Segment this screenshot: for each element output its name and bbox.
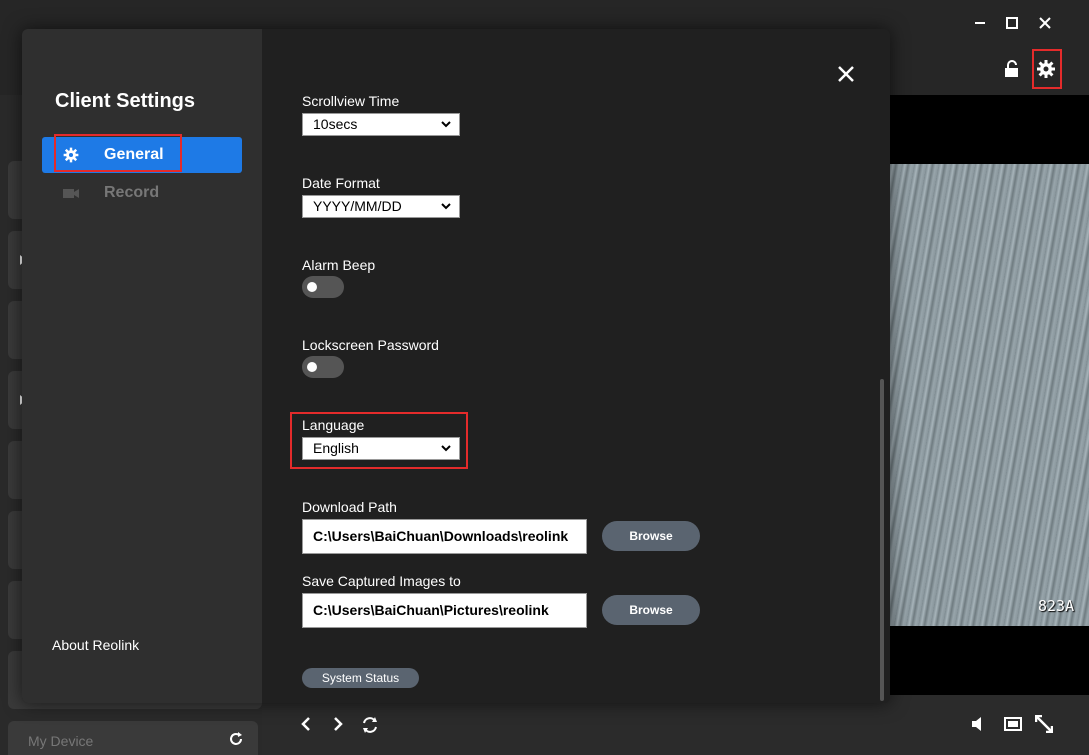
chevron-right-icon[interactable] [330,716,346,732]
system-status-button[interactable]: System Status [302,668,419,688]
download-path-input[interactable]: C:\Users\BaiChuan\Downloads\reolink [302,519,587,554]
captured-images-browse-button[interactable]: Browse [602,595,700,625]
date-format-select[interactable]: YYYY/MM/DD [302,195,460,218]
camera-feed [890,164,1089,626]
maximize-icon[interactable] [1001,12,1023,34]
dialog-title: Client Settings [55,90,196,112]
settings-sidebar: Client Settings General Record About Reo… [22,29,262,703]
nav-item-record[interactable]: Record [42,175,242,211]
settings-scrollbar[interactable] [880,379,884,701]
captured-images-label: Save Captured Images to [302,573,461,589]
fullscreen-icon[interactable] [1035,715,1053,733]
camera-label: 823A [1038,597,1075,615]
language-highlight-box [290,412,468,469]
unlock-icon[interactable] [1001,58,1023,80]
playback-bar [262,703,1089,755]
chevron-down-icon [441,203,451,210]
refresh-icon[interactable] [361,716,379,734]
chevron-left-icon[interactable] [298,716,314,732]
general-highlight-box [54,134,182,172]
chevron-down-icon [441,121,451,128]
alarm-beep-label: Alarm Beep [302,257,376,273]
alarm-beep-toggle[interactable] [302,276,344,298]
speaker-icon[interactable] [970,716,986,732]
my-device-label: My Device [28,733,94,749]
scrollview-time-value: 10secs [313,116,358,132]
lockscreen-password-label: Lockscreen Password [302,337,439,353]
video-camera-icon [62,184,80,202]
refresh-icon[interactable] [228,731,244,747]
about-link[interactable]: About Reolink [52,637,139,653]
my-device-bar[interactable]: My Device [8,721,258,755]
close-icon[interactable] [1034,12,1056,34]
client-settings-dialog: Client Settings General Record About Reo… [22,29,890,703]
download-path-label: Download Path [302,499,397,515]
minimize-icon[interactable] [969,12,991,34]
screen-icon[interactable] [1004,716,1022,732]
toggle-knob [307,282,317,292]
captured-images-path-input[interactable]: C:\Users\BaiChuan\Pictures\reolink [302,593,587,628]
scrollview-time-select[interactable]: 10secs [302,113,460,136]
close-dialog-icon[interactable] [836,64,856,84]
date-format-value: YYYY/MM/DD [313,198,402,214]
settings-highlight-box [1032,49,1062,89]
toggle-knob [307,362,317,372]
nav-label: Record [104,184,160,201]
date-format-label: Date Format [302,175,380,191]
download-browse-button[interactable]: Browse [602,521,700,551]
scrollview-time-label: Scrollview Time [302,93,400,109]
lockscreen-password-toggle[interactable] [302,356,344,378]
